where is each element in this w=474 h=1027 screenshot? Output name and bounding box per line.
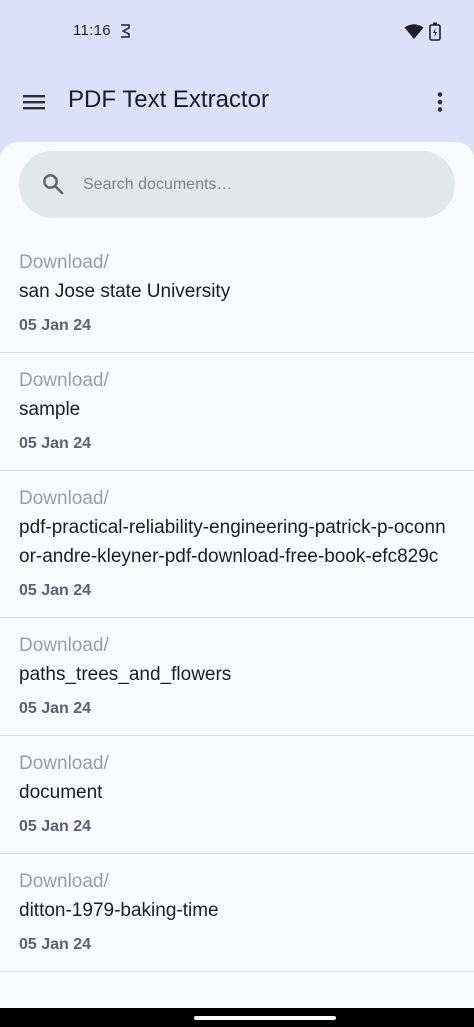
document-folder: Download/ <box>19 871 109 892</box>
document-date: 05 Jan 24 <box>19 936 92 953</box>
notification-icon <box>121 24 130 38</box>
app-bar: PDF Text Extractor <box>0 62 474 142</box>
document-name: san Jose state University <box>19 281 231 302</box>
gesture-handle[interactable] <box>194 1016 336 1020</box>
document-date: 05 Jan 24 <box>19 582 92 599</box>
document-item[interactable]: Download/ document 05 Jan 24 <box>0 736 474 854</box>
document-folder: Download/ <box>19 635 109 656</box>
menu-icon <box>23 95 45 110</box>
search-icon <box>43 174 64 195</box>
document-folder: Download/ <box>19 252 109 273</box>
document-item[interactable]: Download/ paths_trees_and_flowers 05 Jan… <box>0 618 474 736</box>
system-navigation-bar <box>0 1008 474 1027</box>
status-time: 11:16 <box>73 22 111 39</box>
document-date: 05 Jan 24 <box>19 818 92 835</box>
more-vert-icon <box>437 92 443 112</box>
battery-icon <box>429 22 441 41</box>
status-bar: 11:16 <box>0 0 474 62</box>
page-title: PDF Text Extractor <box>68 86 269 113</box>
document-name: sample <box>19 399 81 420</box>
search-input[interactable] <box>81 169 425 201</box>
document-item[interactable]: Download/ ditton-1979-baking-time 05 Jan… <box>0 854 474 972</box>
document-item[interactable]: Download/ sample 05 Jan 24 <box>0 353 474 471</box>
search-bar[interactable] <box>19 151 455 218</box>
document-date: 05 Jan 24 <box>19 700 92 717</box>
document-date: 05 Jan 24 <box>19 435 92 452</box>
document-folder: Download/ <box>19 488 109 509</box>
document-name: pdf-practical-reliability-engineering-pa… <box>19 517 446 567</box>
more-options-button[interactable] <box>420 82 460 122</box>
document-folder: Download/ <box>19 370 109 391</box>
document-name: paths_trees_and_flowers <box>19 664 232 685</box>
wifi-icon <box>404 24 424 39</box>
menu-button[interactable] <box>14 82 54 122</box>
document-name: ditton-1979-baking-time <box>19 900 219 921</box>
content-sheet: Download/ san Jose state University 05 J… <box>0 142 474 1008</box>
document-name: document <box>19 782 103 803</box>
document-folder: Download/ <box>19 753 109 774</box>
document-item[interactable]: Download/ san Jose state University 05 J… <box>0 235 474 353</box>
document-list: Download/ san Jose state University 05 J… <box>0 235 474 972</box>
document-date: 05 Jan 24 <box>19 317 92 334</box>
document-item[interactable]: Download/ pdf-practical-reliability-engi… <box>0 471 474 618</box>
